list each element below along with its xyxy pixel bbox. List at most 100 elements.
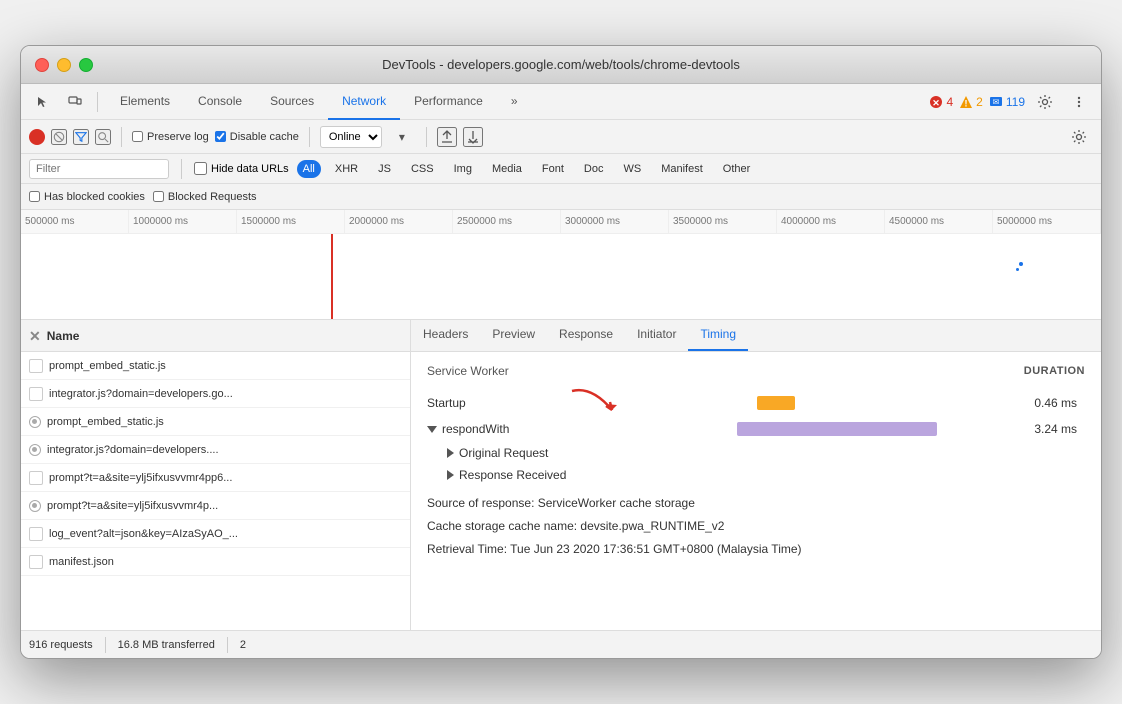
timing-section-header: Service Worker DURATION [427,364,1085,382]
minimize-button[interactable] [57,58,71,72]
tab-console[interactable]: Console [184,84,256,120]
tab-response[interactable]: Response [547,320,625,351]
filter-font-btn[interactable]: Font [536,160,570,178]
throttle-select[interactable]: Online [320,126,382,148]
triangle-right-icon[interactable] [447,448,454,458]
filter-media-btn[interactable]: Media [486,160,528,178]
list-item[interactable]: prompt?t=a&site=ylj5ifxusvvmr4p... [21,492,410,520]
service-worker-label: Service Worker [427,364,509,378]
requests-count: 916 requests [29,639,93,651]
tick-5: 3000000 ms [561,210,669,233]
throttle-dropdown-icon[interactable]: ▾ [388,123,416,151]
list-item[interactable]: manifest.json [21,548,410,576]
record-button[interactable] [29,129,45,145]
file-circle-icon [29,416,41,428]
close-file-btn[interactable]: ✕ [29,329,41,343]
more-options-icon[interactable] [1065,88,1093,116]
tick-0: 500000 ms [21,210,129,233]
file-doc-icon [29,471,43,485]
respond-with-label-area: respondWith [427,422,557,436]
startup-row: Startup 0.46 ms [427,390,1085,416]
search-icon[interactable] [95,129,111,145]
traffic-lights [35,58,93,72]
tick-9: 5000000 ms [993,210,1101,233]
extra-count: 2 [240,639,246,651]
tab-elements[interactable]: Elements [106,84,184,120]
filter-css-btn[interactable]: CSS [405,160,440,178]
clear-icon[interactable] [51,129,67,145]
startup-duration: 0.46 ms [1030,396,1085,410]
settings-icon[interactable] [1031,88,1059,116]
upload-icon[interactable] [437,127,457,147]
preserve-log-checkbox[interactable]: Preserve log [132,131,209,143]
respond-with-bar [737,422,937,436]
tick-8: 4500000 ms [885,210,993,233]
respond-with-label: respondWith [442,422,509,436]
maximize-button[interactable] [79,58,93,72]
devtools-window: DevTools - developers.google.com/web/too… [20,45,1102,659]
filter-other-btn[interactable]: Other [717,160,757,178]
timing-info-block: Source of response: ServiceWorker cache … [427,486,1085,564]
error-badge: ✕ 4 [929,95,953,109]
filter-icon[interactable] [73,129,89,145]
file-circle-icon [29,500,41,512]
status-divider [105,637,106,653]
tab-timing[interactable]: Timing [688,320,748,351]
tab-preview[interactable]: Preview [480,320,547,351]
list-item[interactable]: prompt?t=a&site=ylj5ifxusvvmr4pp6... [21,464,410,492]
tick-4: 2500000 ms [453,210,561,233]
tab-initiator[interactable]: Initiator [625,320,688,351]
respond-with-duration: 3.24 ms [1030,422,1085,436]
tab-more[interactable]: » [497,84,532,120]
cache-name-text: Cache storage cache name: devsite.pwa_RU… [427,517,724,536]
file-doc-icon [29,387,43,401]
timeline-red-line [331,234,333,320]
list-item[interactable]: prompt_embed_static.js [21,352,410,380]
file-list-header: ✕ Name [21,320,410,352]
device-toggle-icon[interactable] [61,88,89,116]
disable-cache-checkbox[interactable]: Disable cache [215,131,299,143]
filter-bar: Hide data URLs All XHR JS CSS Img Media … [21,154,1101,184]
svg-text:!: ! [965,98,968,108]
has-blocked-cookies-checkbox[interactable]: Has blocked cookies [29,191,145,203]
filter-manifest-btn[interactable]: Manifest [655,160,709,178]
retrieval-time-text: Retrieval Time: Tue Jun 23 2020 17:36:51… [427,540,802,559]
file-doc-icon [29,359,43,373]
tab-network[interactable]: Network [328,84,400,120]
svg-text:✕: ✕ [933,98,941,108]
filter-xhr-btn[interactable]: XHR [329,160,364,178]
separator5 [181,159,182,179]
file-doc-icon [29,555,43,569]
tab-headers[interactable]: Headers [411,320,480,351]
respond-with-row: respondWith 3.24 ms [427,416,1085,442]
list-item[interactable]: prompt_embed_static.js [21,408,410,436]
filter-doc-btn[interactable]: Doc [578,160,610,178]
filter-js-btn[interactable]: JS [372,160,397,178]
filter-img-btn[interactable]: Img [448,160,478,178]
filter-input[interactable] [29,159,169,179]
chevron-down-icon[interactable] [427,426,437,433]
timeline-ruler: 500000 ms 1000000 ms 1500000 ms 2000000 … [21,210,1101,234]
tick-2: 1500000 ms [237,210,345,233]
timeline-dot [1019,262,1023,266]
hide-data-urls-checkbox[interactable]: Hide data URLs [194,162,289,175]
tick-7: 4000000 ms [777,210,885,233]
cursor-icon[interactable] [29,88,57,116]
close-button[interactable] [35,58,49,72]
status-divider2 [227,637,228,653]
file-doc-icon [29,527,43,541]
original-request-row: Original Request [427,442,1085,464]
download-icon[interactable] [463,127,483,147]
separator [97,92,98,112]
list-item[interactable]: integrator.js?domain=developers.go... [21,380,410,408]
tab-performance[interactable]: Performance [400,84,497,120]
filter-all-btn[interactable]: All [297,160,321,178]
tab-sources[interactable]: Sources [256,84,328,120]
network-settings-icon[interactable] [1065,123,1093,151]
startup-arrow [562,386,622,423]
blocked-requests-checkbox[interactable]: Blocked Requests [153,191,257,203]
list-item[interactable]: log_event?alt=json&key=AIzaSyAO_... [21,520,410,548]
filter-ws-btn[interactable]: WS [617,160,647,178]
triangle-right-icon2[interactable] [447,470,454,480]
list-item[interactable]: integrator.js?domain=developers.... [21,436,410,464]
